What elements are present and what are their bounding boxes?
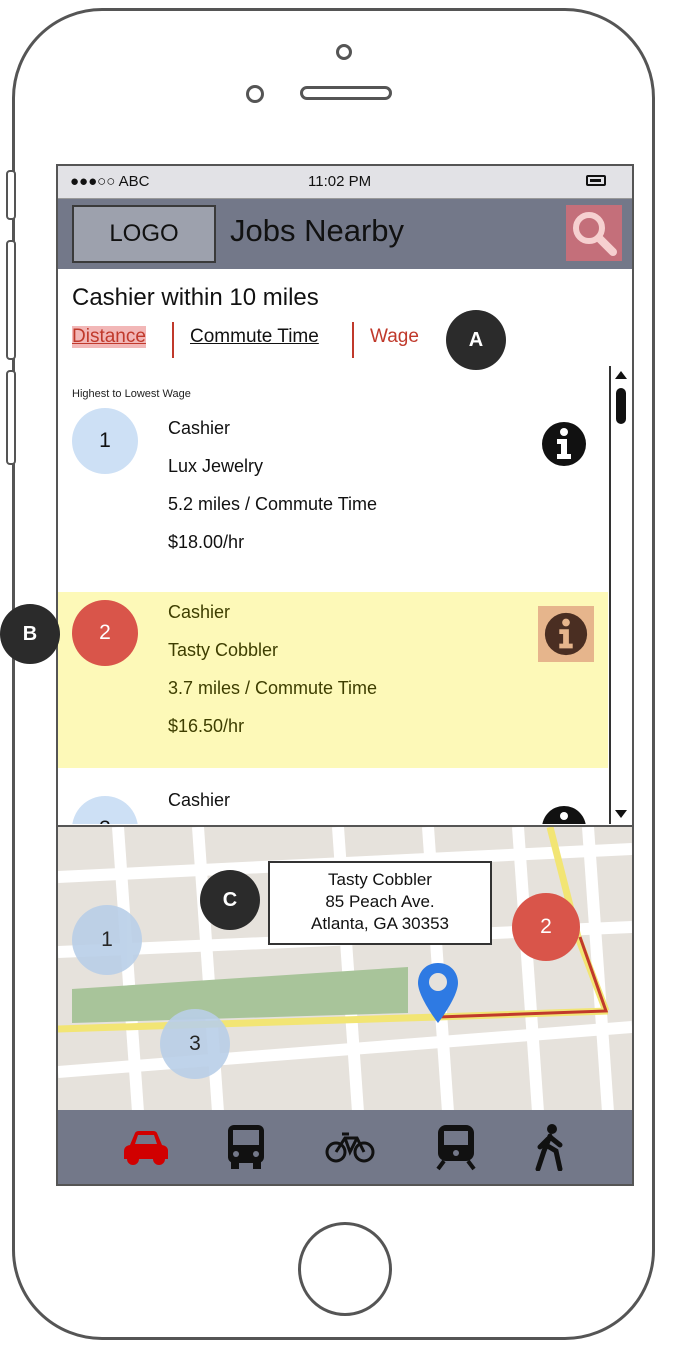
map-callout: Tasty Cobbler 85 Peach Ave. Atlanta, GA … <box>268 861 492 945</box>
annotation-badge-b: B <box>0 604 60 664</box>
search-button[interactable] <box>566 205 622 261</box>
callout-street: 85 Peach Ave. <box>325 892 435 911</box>
bus-icon <box>228 1125 264 1169</box>
bus-mode-button[interactable] <box>216 1120 276 1174</box>
map-marker-2-selected[interactable]: 2 <box>512 893 580 961</box>
phone-sensor <box>336 44 352 60</box>
annotation-badge-c: C <box>200 870 260 930</box>
scrollbar-thumb[interactable] <box>616 388 626 424</box>
job-company: Tasty Cobbler <box>168 640 279 660</box>
callout-city: Atlanta, GA 30353 <box>311 914 449 933</box>
train-mode-button[interactable] <box>426 1120 486 1174</box>
info-button[interactable] <box>538 606 594 662</box>
bicycle-icon <box>325 1132 375 1163</box>
job-company: Lux Jewelry <box>168 456 264 476</box>
job-list: Highest to Lowest Wage 1 Cashier Lux Jew… <box>58 366 632 824</box>
app-header: LOGO Jobs Nearby <box>58 199 632 269</box>
info-button[interactable] <box>536 416 592 472</box>
map-marker-3[interactable]: 3 <box>160 1009 230 1079</box>
car-icon <box>124 1131 168 1165</box>
info-icon <box>542 806 586 824</box>
info-button[interactable] <box>536 800 592 824</box>
annotation-badge-a: A <box>446 310 506 370</box>
job-title: Cashier <box>168 602 231 622</box>
job-distance: 5.2 miles / Commute Time <box>168 494 378 514</box>
page-title: Jobs Nearby <box>230 213 405 248</box>
info-icon <box>542 422 586 466</box>
phone-volume-up <box>6 240 16 360</box>
job-wage: $16.50/hr <box>168 716 245 736</box>
car-mode-button[interactable] <box>116 1120 176 1174</box>
job-row-2-selected[interactable]: 2 Cashier Tasty Cobbler 3.7 miles / Comm… <box>58 592 608 768</box>
location-pin-icon <box>418 963 458 1023</box>
walk-mode-button[interactable] <box>520 1120 580 1174</box>
phone-speaker <box>300 86 392 100</box>
job-number-badge: 3 <box>72 796 138 824</box>
info-icon <box>544 612 588 656</box>
job-title: Cashier <box>168 790 231 810</box>
sort-wage-link[interactable]: Wage <box>370 326 419 348</box>
scroll-down-arrow-icon[interactable] <box>615 810 627 818</box>
transport-mode-bar <box>58 1110 632 1184</box>
bicycle-mode-button[interactable] <box>320 1120 380 1174</box>
map-marker-1[interactable]: 1 <box>72 905 142 975</box>
logo: LOGO <box>72 205 216 263</box>
search-summary: Cashier within 10 miles <box>72 284 319 311</box>
battery-icon <box>586 175 606 186</box>
job-distance: 3.7 miles / Commute Time <box>168 678 378 698</box>
train-icon <box>436 1125 476 1171</box>
job-number-badge: 1 <box>72 408 138 474</box>
carrier-label: ●●●○○ ABC <box>70 173 150 190</box>
status-time: 11:02 PM <box>308 173 372 190</box>
walk-icon <box>535 1124 563 1171</box>
job-row-3[interactable]: 3 Cashier <box>58 786 608 824</box>
callout-name: Tasty Cobbler <box>328 870 432 889</box>
sort-distance-link[interactable]: Distance <box>72 326 146 348</box>
phone-camera <box>246 85 264 103</box>
phone-home-button <box>298 1222 392 1316</box>
sort-divider <box>352 322 354 358</box>
search-icon <box>573 212 617 256</box>
job-wage: $18.00/hr <box>168 532 245 552</box>
job-row-1[interactable]: 1 Cashier Lux Jewelry 5.2 miles / Commut… <box>58 404 608 574</box>
phone-screen: ●●●○○ ABC 11:02 PM LOGO Jobs Nearby Cash… <box>56 164 634 1186</box>
phone-mute-switch <box>6 170 16 220</box>
job-title: Cashier <box>168 418 231 438</box>
sort-commute-time-link[interactable]: Commute Time <box>190 326 319 348</box>
list-scrollbar[interactable] <box>609 366 631 824</box>
map-view[interactable]: 1 3 2 Tasty Cobbler 85 Peach Ave. Atlant… <box>58 825 632 1112</box>
status-bar: ●●●○○ ABC 11:02 PM <box>58 166 632 199</box>
sort-order-label: Highest to Lowest Wage <box>72 388 191 400</box>
scroll-up-arrow-icon[interactable] <box>615 371 627 379</box>
phone-volume-down <box>6 370 16 465</box>
job-number-badge: 2 <box>72 600 138 666</box>
sort-divider <box>172 322 174 358</box>
